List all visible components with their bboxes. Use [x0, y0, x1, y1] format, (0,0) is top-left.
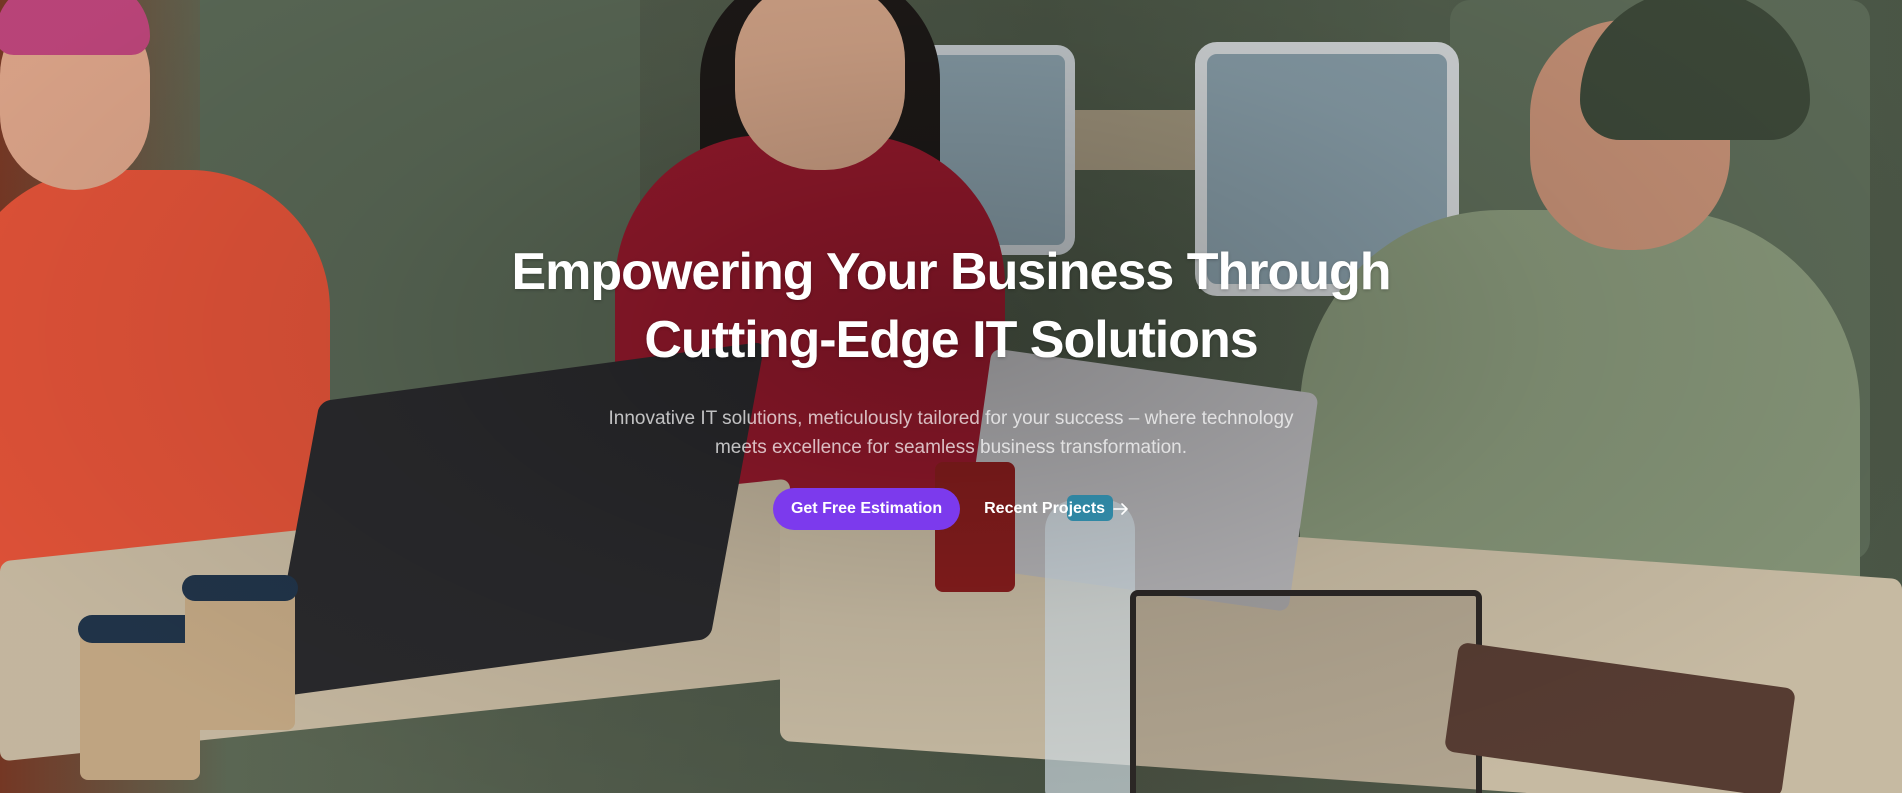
hero-subtext-line-2: meets excellence for seamless business t… — [714, 437, 1188, 458]
hero-headline: Empowering Your Business Through Cutting… — [461, 238, 1441, 374]
hero-headline-line-1: Empowering Your Business Through — [511, 243, 1391, 301]
hero-headline-line-2: Cutting-Edge IT Solutions — [644, 311, 1258, 369]
hero-actions: Get Free Estimation Recent Projects — [0, 488, 1902, 530]
hero-subtext: Innovative IT solutions, meticulously ta… — [561, 404, 1341, 462]
recent-projects-label: Recent Projects — [984, 500, 1106, 517]
hero-section: Empowering Your Business Through Cutting… — [0, 0, 1902, 793]
hero-subtext-line-1: Innovative IT solutions, meticulously ta… — [608, 408, 1294, 429]
arrow-right-icon — [1113, 500, 1129, 518]
get-free-estimation-button[interactable]: Get Free Estimation — [772, 488, 961, 530]
recent-projects-link[interactable]: Recent Projects — [984, 500, 1129, 518]
hero-content: Empowering Your Business Through Cutting… — [0, 238, 1902, 530]
